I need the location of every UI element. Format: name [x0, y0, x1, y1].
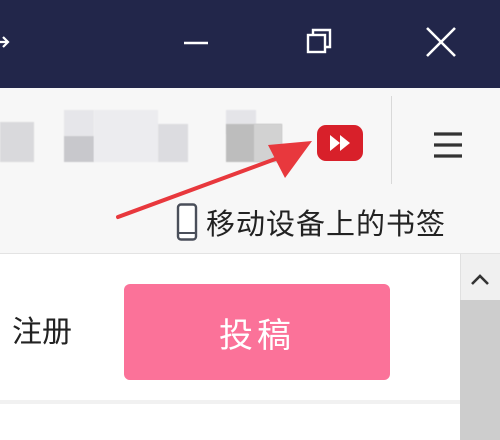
blurred-extension-icon[interactable]: [94, 110, 158, 162]
browser-window: 移动设备上的书签 注册 投稿: [0, 0, 500, 440]
mobile-bookmarks-link[interactable]: 移动设备上的书签: [176, 200, 446, 244]
blurred-extension-icon[interactable]: [158, 124, 188, 162]
blurred-extension-icon[interactable]: [254, 124, 282, 162]
blurred-extension-icon[interactable]: [0, 122, 34, 162]
register-link[interactable]: 注册: [12, 307, 72, 351]
restore-button[interactable]: [292, 14, 348, 70]
menu-button[interactable]: [420, 118, 476, 174]
hamburger-menu-icon: [434, 132, 462, 158]
submit-contribution-button[interactable]: 投稿: [124, 284, 390, 380]
mobile-phone-icon: [176, 203, 198, 241]
close-icon: [426, 27, 456, 57]
chevron-up-icon[interactable]: [460, 262, 500, 298]
close-button[interactable]: [413, 14, 469, 70]
toolbar-divider: [391, 96, 392, 184]
minimize-button[interactable]: [168, 14, 224, 70]
mobile-bookmarks-label: 移动设备上的书签: [206, 207, 447, 241]
submit-button-label: 投稿: [219, 315, 295, 356]
restore-icon: [306, 28, 332, 54]
scrollbar-thumb[interactable]: [460, 300, 500, 440]
content-divider: [0, 400, 460, 404]
back-arrow-icon[interactable]: [0, 30, 16, 54]
minimize-icon: [184, 41, 208, 45]
title-bar: [0, 0, 500, 88]
fast-forward-icon[interactable]: [316, 124, 364, 162]
blurred-extension-icon[interactable]: [64, 110, 94, 136]
blurred-extension-icon[interactable]: [64, 136, 94, 162]
